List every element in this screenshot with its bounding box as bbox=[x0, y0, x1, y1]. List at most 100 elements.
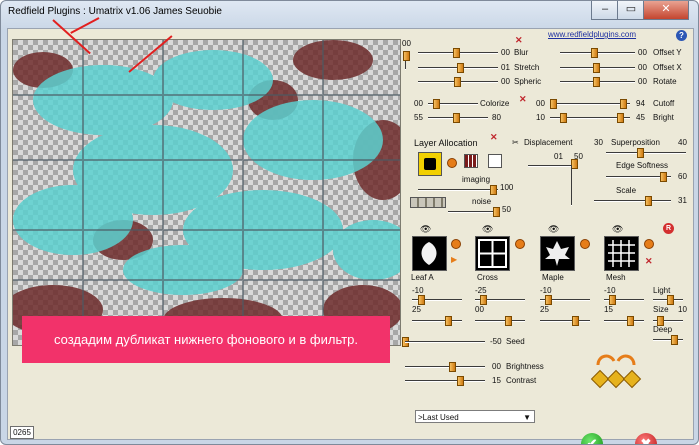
reset-color-icon[interactable]: ✕ bbox=[519, 94, 527, 105]
mesh-spin-icon[interactable] bbox=[644, 239, 654, 249]
displacement-knob[interactable] bbox=[571, 159, 578, 169]
maple-knob-1[interactable] bbox=[545, 295, 552, 305]
cross-knob-2[interactable] bbox=[505, 316, 512, 326]
displacement-track[interactable] bbox=[528, 165, 573, 167]
noise-value: 50 bbox=[502, 205, 511, 214]
reset-distort-icon[interactable]: ✕ bbox=[515, 35, 523, 46]
contrast-knob[interactable] bbox=[457, 376, 464, 386]
play-arrow-icon[interactable]: ▶ bbox=[451, 255, 457, 264]
chevron-down-icon: ▼ bbox=[523, 413, 531, 422]
mesh-knob-2[interactable] bbox=[627, 316, 634, 326]
cross-visibility-eye-icon[interactable]: 👁 bbox=[482, 224, 493, 235]
cross-knob-1[interactable] bbox=[480, 295, 487, 305]
reset-r-icon[interactable]: R bbox=[663, 223, 674, 234]
cross-tile[interactable] bbox=[475, 236, 510, 271]
displacement-sub-value: 01 bbox=[554, 152, 563, 161]
colorize-b-knob[interactable] bbox=[453, 113, 460, 123]
deep-track[interactable] bbox=[653, 339, 683, 341]
website-link[interactable]: www.redfieldplugins.com bbox=[548, 30, 636, 39]
window-title: Redfield Plugins : Umatrix v1.06 James S… bbox=[8, 6, 222, 17]
plugin-client: создадим дубликат нижнего фонового и в ф… bbox=[7, 28, 694, 444]
leaf-visibility-eye-icon[interactable]: 👁 bbox=[420, 224, 431, 235]
offset-y-knob[interactable] bbox=[591, 48, 598, 58]
mesh-v1: -10 bbox=[604, 286, 616, 295]
brightness-value: 00 bbox=[492, 362, 501, 371]
leaf-a-knob-2[interactable] bbox=[445, 316, 452, 326]
stretch-knob[interactable] bbox=[457, 63, 464, 73]
leaf-a-spin-icon[interactable] bbox=[451, 239, 461, 249]
edge-softness-knob[interactable] bbox=[660, 172, 667, 182]
noise-type-icon[interactable] bbox=[410, 197, 446, 208]
layer-name-cross: Cross bbox=[477, 273, 498, 282]
bright-knob-left[interactable] bbox=[560, 113, 567, 123]
superposition-knob[interactable] bbox=[637, 148, 644, 158]
maple-tile[interactable] bbox=[540, 236, 575, 271]
mesh-track-2[interactable] bbox=[604, 320, 644, 322]
offset-x-label: Offset X bbox=[653, 63, 682, 72]
brightness-track[interactable] bbox=[405, 366, 485, 368]
cutoff-knob-right[interactable] bbox=[620, 99, 627, 109]
mesh-visibility-eye-icon[interactable]: 👁 bbox=[612, 224, 623, 235]
blur-knob[interactable] bbox=[453, 48, 460, 58]
scissors-icon[interactable]: ✂ bbox=[512, 138, 519, 147]
top-vertical-knob[interactable] bbox=[403, 51, 410, 61]
deep-label: Deep bbox=[653, 325, 673, 334]
colorize-b-value: 55 bbox=[414, 113, 423, 122]
leaf-a-tile[interactable] bbox=[412, 236, 447, 271]
allocation-cycle-icon[interactable] bbox=[447, 158, 457, 168]
reset-layers-icon[interactable]: ✕ bbox=[490, 132, 498, 143]
size-value: 10 bbox=[678, 305, 687, 314]
rotate-knob[interactable] bbox=[593, 77, 600, 87]
leaf-a-knob-1[interactable] bbox=[418, 295, 425, 305]
layer-name-mesh: Mesh bbox=[606, 273, 626, 282]
maple-track-2[interactable] bbox=[540, 320, 590, 322]
cross-spin-icon[interactable] bbox=[515, 239, 525, 249]
minimize-button[interactable]: – bbox=[591, 1, 619, 20]
brightness-knob[interactable] bbox=[449, 362, 456, 372]
close-window-button[interactable]: ✕ bbox=[643, 1, 689, 20]
preset-select[interactable]: >Last Used ▼ bbox=[415, 410, 535, 423]
bright-knob-right[interactable] bbox=[617, 113, 624, 123]
maple-spin-icon[interactable] bbox=[580, 239, 590, 249]
randomize-dice-icon[interactable] bbox=[590, 351, 642, 391]
cutoff-track[interactable] bbox=[550, 103, 630, 105]
grid-allocation-icon[interactable] bbox=[464, 154, 478, 168]
maple-visibility-eye-icon[interactable]: 👁 bbox=[548, 224, 559, 235]
superposition-track[interactable] bbox=[606, 152, 686, 154]
cross-track-2[interactable] bbox=[475, 320, 525, 322]
scale-knob[interactable] bbox=[645, 196, 652, 206]
caption-banner: создадим дубликат нижнего фонового и в ф… bbox=[22, 316, 390, 363]
displacement-vertical-track[interactable] bbox=[571, 165, 572, 206]
help-icon[interactable]: ? bbox=[676, 30, 687, 41]
mesh-remove-icon[interactable]: ✕ bbox=[645, 256, 653, 267]
seed-track[interactable] bbox=[405, 341, 485, 343]
imaging-track[interactable] bbox=[418, 189, 498, 191]
maple-knob-2[interactable] bbox=[572, 316, 579, 326]
brightness-label: Brightness bbox=[506, 362, 544, 371]
leaf-a-track-2[interactable] bbox=[412, 320, 462, 322]
mesh-knob-1[interactable] bbox=[609, 295, 616, 305]
bright-left-value: 10 bbox=[536, 113, 545, 122]
spheric-knob[interactable] bbox=[454, 77, 461, 87]
maximize-button[interactable]: ▭ bbox=[617, 1, 645, 20]
offset-x-knob[interactable] bbox=[593, 63, 600, 73]
colorize-a-knob[interactable] bbox=[433, 99, 440, 109]
ok-button[interactable]: ✔ bbox=[581, 433, 603, 444]
scale-track[interactable] bbox=[594, 200, 671, 202]
mesh-tile[interactable] bbox=[604, 236, 639, 271]
preview-canvas[interactable] bbox=[12, 39, 401, 346]
random-allocation-icon[interactable] bbox=[488, 154, 502, 168]
noise-track[interactable] bbox=[448, 211, 498, 213]
deep-knob[interactable] bbox=[671, 335, 678, 345]
light-knob[interactable] bbox=[667, 295, 674, 305]
contrast-track[interactable] bbox=[405, 380, 485, 382]
noise-knob[interactable] bbox=[493, 207, 500, 217]
edge-softness-label: Edge Softness bbox=[616, 161, 669, 170]
cutoff-knob-left[interactable] bbox=[550, 99, 557, 109]
imaging-knob[interactable] bbox=[490, 185, 497, 195]
bright-value: 45 bbox=[636, 113, 645, 122]
preview-image bbox=[13, 40, 400, 345]
cross-v2: 00 bbox=[475, 305, 484, 314]
cancel-button[interactable]: ✖ bbox=[635, 433, 657, 444]
allocation-mode-icon[interactable] bbox=[418, 152, 442, 176]
